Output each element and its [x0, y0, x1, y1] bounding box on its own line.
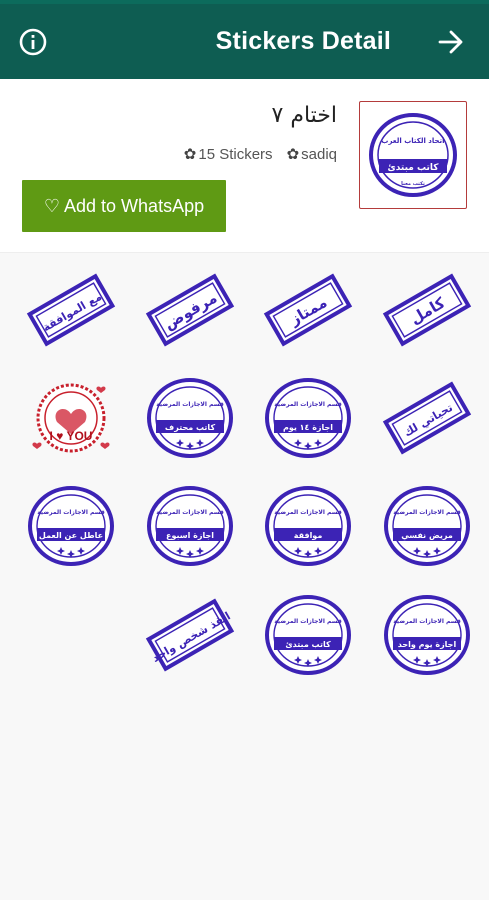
sticker-item[interactable]: كامل [379, 262, 475, 358]
sticker-item[interactable]: ممتاز [260, 262, 356, 358]
sticker-label: عاطل عن العمل [39, 531, 103, 540]
sticker-item[interactable]: قسم الاجازات المرضية اجازة ١٤ يوم [260, 370, 356, 466]
sticker-image: قسم الاجازات المرضية اجازة يوم واحد [384, 595, 470, 675]
sticker-ring-text: قسم الاجازات المرضية [274, 509, 342, 516]
sticker-item[interactable]: قسم الاجازات المرضية مريض نفسي [379, 478, 475, 574]
sticker-image: قسم الاجازات المرضية موافقة [265, 486, 351, 566]
sticker-label: اجازة اسبوع [166, 531, 214, 540]
sticker-ring-text: قسم الاجازات المرضية [274, 401, 342, 408]
sticker-item[interactable]: قسم الاجازات المرضية عاطل عن العمل [23, 478, 119, 574]
sticker-image: مرفوض [145, 273, 235, 347]
add-to-whatsapp-button[interactable]: ♡ Add to WhatsApp [22, 180, 226, 232]
sticker-item[interactable]: قسم الاجازات المرضية اجازة اسبوع [142, 478, 238, 574]
sticker-image: مع الموافقة [26, 273, 116, 347]
pack-name: اختام ٧ [271, 103, 338, 128]
sticker-label: اجازة ١٤ يوم [283, 423, 333, 432]
sticker-ring-text: قسم الاجازات المرضية [37, 509, 105, 516]
sticker-item[interactable]: قسم الاجازات المرضية كاتب مبتدئ [260, 587, 356, 683]
sticker-label: اجازة يوم واحد [398, 640, 457, 649]
sticker-ring-text: قسم الاجازات المرضية [274, 618, 342, 625]
sticker-image: قسم الاجازات المرضية اجازة اسبوع [147, 486, 233, 566]
svg-text:اتحاد الكتاب العرب: اتحاد الكتاب العرب [381, 137, 444, 145]
tray-icon: اتحاد الكتاب العرب كاتب مبتدئ تكتب معنا [359, 101, 467, 209]
sticker-item[interactable]: قسم الاجازات المرضية موافقة [260, 478, 356, 574]
sticker-image: I ♥ YOU [32, 383, 110, 453]
sticker-label: كاتب مبتدئ [285, 640, 331, 649]
sticker-image: قسم الاجازات المرضية اجازة ١٤ يوم [265, 378, 351, 458]
sticker-image: قسم الاجازات المرضية كاتب مبتدئ [265, 595, 351, 675]
star-icon: ✿ [286, 146, 300, 163]
sticker-label: مريض نفسي [401, 531, 453, 541]
star-icon: ✿ [183, 146, 197, 163]
pack-author: ✿ sadiq [286, 146, 337, 163]
arrow-right-icon[interactable] [437, 28, 465, 56]
sticker-label: موافقة [294, 531, 323, 540]
sticker-image: قسم الاجازات المرضية كاتب محترف [147, 378, 233, 458]
app-bar: Stickers Detail [0, 4, 489, 79]
sticker-image: ممتاز [263, 273, 353, 347]
sticker-item[interactable]: انقذ شخص واحد [142, 587, 238, 683]
tray-stamp-image: اتحاد الكتاب العرب كاتب مبتدئ تكتب معنا [369, 113, 457, 197]
sticker-label: I ♥ YOU [50, 429, 93, 443]
sticker-ring-text: قسم الاجازات المرضية [156, 401, 224, 408]
sticker-image: قسم الاجازات المرضية مريض نفسي [384, 486, 470, 566]
sticker-count: ✿ 15 Stickers [183, 146, 273, 163]
sticker-item[interactable]: تحياتي لك [379, 370, 475, 466]
sticker-image: كامل [382, 273, 472, 347]
sticker-item[interactable]: قسم الاجازات المرضية اجازة يوم واحد [379, 587, 475, 683]
sticker-item[interactable]: I ♥ YOU [23, 370, 119, 466]
sticker-item[interactable]: مرفوض [142, 262, 238, 358]
sticker-image: انقذ شخص واحد [145, 598, 235, 672]
sticker-label: كاتب محترف [165, 423, 216, 432]
page-title: Stickers Detail [215, 27, 391, 55]
pack-meta: ✿ 15 Stickers ✿ sadiq [184, 145, 337, 163]
sticker-item[interactable]: مع الموافقة [23, 262, 119, 358]
svg-text:كاتب مبتدئ: كاتب مبتدئ [387, 163, 439, 173]
pack-header: اتحاد الكتاب العرب كاتب مبتدئ تكتب معنا … [0, 79, 489, 253]
sticker-ring-text: قسم الاجازات المرضية [156, 509, 224, 516]
sticker-ring-text: قسم الاجازات المرضية [393, 618, 461, 625]
svg-text:تكتب معنا: تكتب معنا [401, 181, 425, 187]
sticker-image: قسم الاجازات المرضية عاطل عن العمل [28, 486, 114, 566]
sticker-item[interactable]: قسم الاجازات المرضية كاتب محترف [142, 370, 238, 466]
sticker-ring-text: قسم الاجازات المرضية [393, 509, 461, 516]
info-icon[interactable] [18, 27, 48, 57]
sticker-image: تحياتي لك [382, 381, 472, 455]
